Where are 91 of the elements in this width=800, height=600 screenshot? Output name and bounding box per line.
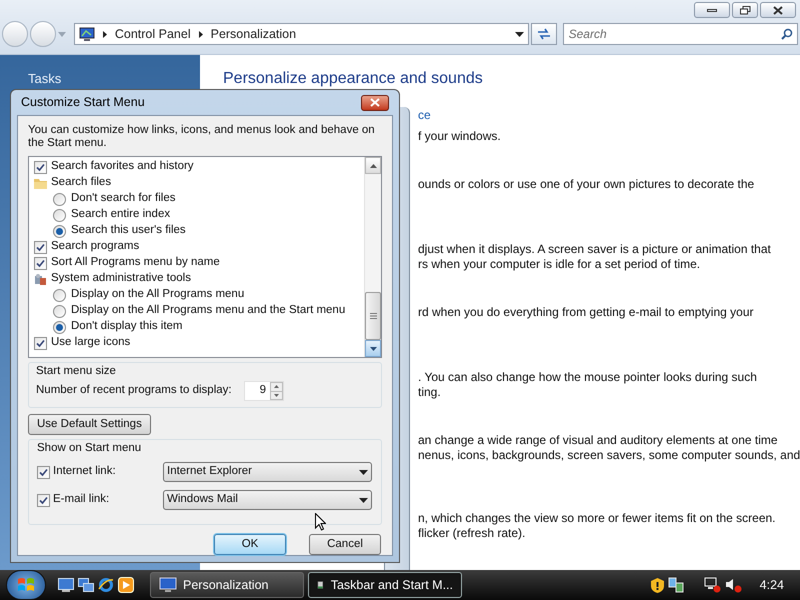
description-text: . You can also change how the mouse pointer looks during such ting. bbox=[418, 370, 757, 400]
tools-icon bbox=[34, 272, 47, 286]
refresh-button[interactable] bbox=[530, 23, 557, 45]
group-label: Search files bbox=[51, 175, 112, 190]
option-label: Sort All Programs menu by name bbox=[51, 255, 220, 270]
close-icon bbox=[370, 98, 380, 107]
checkbox[interactable] bbox=[34, 240, 47, 254]
minimize-icon bbox=[707, 8, 717, 12]
group-title: Show on Start menu bbox=[37, 441, 142, 455]
link-dropdown[interactable]: Windows Mail bbox=[163, 490, 372, 510]
option-label: Don't search for files bbox=[71, 191, 176, 206]
breadcrumb-arrow-icon bbox=[198, 30, 203, 38]
scroll-down-arrow-icon bbox=[370, 346, 376, 350]
link-label: E-mail link: bbox=[52, 492, 110, 508]
checkbox[interactable] bbox=[34, 336, 47, 350]
option-label: Display on the All Programs menu bbox=[71, 287, 244, 302]
monitor-icon bbox=[159, 577, 177, 593]
refresh-icon bbox=[536, 28, 551, 40]
network-icon[interactable] bbox=[668, 577, 684, 593]
checkbox[interactable] bbox=[37, 466, 50, 478]
option-label: Don't display this item bbox=[71, 319, 182, 334]
sidebar-title: Tasks bbox=[28, 71, 62, 86]
dropdown-arrow-icon bbox=[359, 470, 368, 474]
address-bar[interactable]: Control Panel Personalization bbox=[74, 23, 529, 45]
page-heading: Personalize appearance and sounds bbox=[223, 69, 484, 88]
radio-button[interactable] bbox=[53, 224, 66, 238]
dropdown-arrow-icon bbox=[359, 498, 368, 502]
option-label: Search favorites and history bbox=[51, 159, 194, 174]
breadcrumb-item[interactable]: Personalization bbox=[210, 24, 296, 44]
option-label: Search programs bbox=[51, 239, 140, 254]
radio-button[interactable] bbox=[53, 208, 66, 222]
browser-icon[interactable] bbox=[98, 577, 114, 593]
checkbox[interactable] bbox=[34, 160, 47, 174]
restore-button[interactable] bbox=[732, 2, 758, 18]
windows-switch-icon[interactable] bbox=[78, 578, 94, 592]
muted-speaker-icon[interactable] bbox=[724, 577, 742, 593]
radio-button[interactable] bbox=[53, 320, 66, 334]
description-text: ounds or colors or use one of your own pictures to decorate the bbox=[418, 177, 754, 192]
description-text: rd when you do everything from getting e-mail to emptying your bbox=[418, 305, 754, 320]
radio-button[interactable] bbox=[53, 192, 66, 206]
clock[interactable]: 4:24 bbox=[760, 576, 784, 594]
ok-button[interactable]: OK bbox=[214, 534, 286, 555]
recent-programs-label: Number of recent programs to display: bbox=[36, 383, 233, 398]
scrollbar[interactable] bbox=[364, 157, 381, 357]
description-text: n, which changes the view so more or fewer items fit on the screen. flicker (refresh rate). bbox=[418, 511, 776, 541]
dropdown-arrow-icon bbox=[514, 32, 524, 36]
close-button[interactable] bbox=[361, 94, 389, 110]
recent-programs-field[interactable]: 9 bbox=[244, 381, 284, 401]
scroll-up-arrow-icon bbox=[370, 164, 376, 168]
desktop-icon[interactable] bbox=[58, 578, 74, 592]
option-label: Search this user's files bbox=[71, 223, 186, 238]
description-text: an change a wide range of visual and auditory elements at one time nenus, icons, backgrounds, screen savers, some computer sounds, and bbox=[418, 433, 800, 463]
restore-icon bbox=[740, 6, 750, 14]
media-player-icon[interactable] bbox=[118, 577, 134, 593]
checkbox[interactable] bbox=[37, 494, 50, 506]
folder-icon bbox=[34, 176, 47, 190]
start-button[interactable] bbox=[6, 570, 46, 600]
windows-logo-icon bbox=[17, 577, 35, 593]
dialog-title: Customize Start Menu bbox=[20, 94, 145, 112]
intro-text: You can customize how links, icons, and menus look and behave on the Start menu. bbox=[28, 124, 376, 150]
option-label: Search entire index bbox=[71, 207, 170, 222]
monitor-icon bbox=[78, 26, 95, 42]
default-settings-button[interactable]: Use Default Settings bbox=[28, 414, 151, 435]
group-title: Start menu size bbox=[36, 364, 117, 378]
cancel-button[interactable]: Cancel bbox=[309, 534, 381, 555]
taskbar-button[interactable]: Personalization bbox=[150, 572, 304, 598]
checkbox[interactable] bbox=[34, 256, 47, 270]
breadcrumb-item[interactable]: Control Panel bbox=[114, 24, 191, 44]
search-icon[interactable] bbox=[781, 28, 793, 40]
link-label: Internet link: bbox=[52, 464, 117, 480]
option-label: Display on the All Programs menu and the Start menu bbox=[71, 303, 346, 318]
group-label: System administrative tools bbox=[51, 271, 191, 286]
spin-down-icon[interactable] bbox=[274, 394, 279, 397]
shield-icon[interactable] bbox=[650, 578, 664, 592]
breadcrumb-arrow-icon bbox=[102, 30, 107, 38]
description-text: djust when it displays. A screen saver is a picture or animation that rs when your computer is idle for a set period of time. bbox=[418, 242, 771, 272]
link[interactable]: ce bbox=[418, 108, 431, 123]
minimize-button[interactable] bbox=[694, 2, 730, 18]
close-button[interactable] bbox=[760, 2, 796, 18]
disconnected-network-icon[interactable] bbox=[704, 577, 721, 593]
grip-icon bbox=[370, 313, 376, 319]
link-dropdown[interactable]: Internet Explorer bbox=[163, 462, 372, 482]
option-label: Use large icons bbox=[51, 335, 130, 350]
close-icon bbox=[773, 6, 783, 14]
taskbar-button[interactable]: Taskbar and Start M... bbox=[308, 572, 462, 598]
radio-button[interactable] bbox=[53, 288, 66, 302]
description-text: f your windows. bbox=[418, 129, 501, 144]
mouse-cursor-icon bbox=[315, 513, 326, 531]
spin-up-icon[interactable] bbox=[274, 385, 279, 388]
search-field[interactable]: Search bbox=[562, 23, 798, 45]
radio-button[interactable] bbox=[53, 304, 66, 318]
